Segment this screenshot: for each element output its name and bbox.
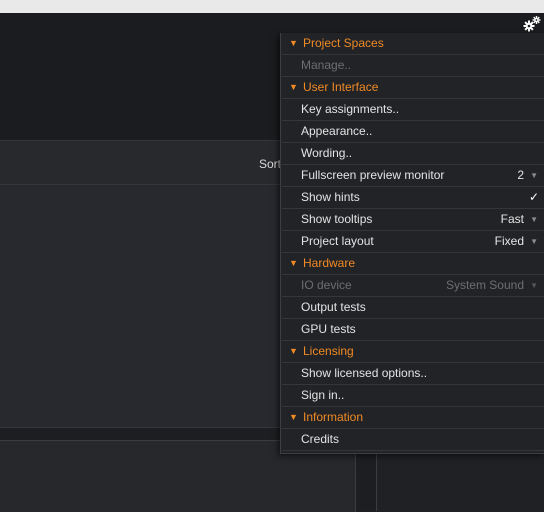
dropdown-arrow-icon[interactable]: ▼: [530, 275, 538, 296]
menu-label: Project Spaces: [303, 36, 384, 50]
menu-label: Appearance..: [301, 124, 373, 138]
menu-item-gpu-tests[interactable]: GPU tests: [282, 319, 544, 341]
menu-label: Manage..: [301, 58, 352, 72]
menu-label: Output tests: [301, 300, 366, 314]
menu-label: Information: [303, 410, 364, 424]
menu-item-show-licensed-options[interactable]: Show licensed options..: [282, 363, 544, 385]
content-panel: [0, 186, 281, 427]
triangle-down-icon: ▼: [289, 38, 298, 48]
menu-label: Show hints: [301, 190, 360, 204]
gear-icon[interactable]: [522, 15, 542, 33]
menu-item-credits[interactable]: Credits: [282, 429, 544, 451]
menu-label: Fullscreen preview monitor: [301, 168, 445, 182]
menu-label: IO device: [301, 278, 352, 292]
menu-item-wording[interactable]: Wording..: [282, 143, 544, 165]
menu-item-manage: Manage..: [282, 55, 544, 77]
menu-label: Show licensed options..: [301, 366, 428, 380]
menu-item-fullscreen-preview-monitor[interactable]: Fullscreen preview monitor 2 ▼: [282, 165, 544, 187]
menu-section-project-spaces[interactable]: ▼ Project Spaces: [282, 33, 544, 55]
menu-label: Sign in..: [301, 388, 345, 402]
menu-item-sign-in[interactable]: Sign in..: [282, 385, 544, 407]
checkmark-icon[interactable]: ✓: [529, 187, 539, 208]
menu-section-hardware[interactable]: ▼ Hardware: [282, 253, 544, 275]
menu-label: Licensing: [303, 344, 354, 358]
menu-label: Credits: [301, 432, 340, 446]
menu-section-licensing[interactable]: ▼ Licensing: [282, 341, 544, 363]
menu-label: GPU tests: [301, 322, 356, 336]
dropdown-arrow-icon[interactable]: ▼: [530, 209, 538, 230]
menu-value: Fast: [500, 212, 524, 226]
settings-menu: ▼ Project Spaces Manage.. ▼ User Interface Ke…: [280, 33, 544, 454]
menu-value: Fixed: [494, 234, 524, 248]
menu-item-show-tooltips[interactable]: Show tooltips Fast ▼: [282, 209, 544, 231]
menu-item-appearance[interactable]: Appearance..: [282, 121, 544, 143]
triangle-down-icon: ▼: [289, 412, 298, 422]
menu-label: Show tooltips: [301, 212, 373, 226]
menu-item-key-assignments[interactable]: Key assignments..: [282, 99, 544, 121]
menu-item-io-device: IO device System Sound ▼: [282, 275, 544, 297]
triangle-down-icon: ▼: [289, 346, 298, 356]
window-top-strip: [0, 0, 544, 13]
menu-label: Hardware: [303, 256, 356, 270]
menu-label: Wording..: [301, 146, 353, 160]
menu-section-information[interactable]: ▼ Information: [282, 407, 544, 429]
sort-label[interactable]: Sort: [259, 157, 281, 171]
menu-label: User Interface: [303, 80, 379, 94]
dropdown-arrow-icon[interactable]: ▼: [530, 231, 538, 252]
menu-item-output-tests[interactable]: Output tests: [282, 297, 544, 319]
menu-label: Key assignments..: [301, 102, 400, 116]
menu-value: 2: [517, 168, 524, 182]
menu-value: System Sound: [445, 278, 524, 292]
menu-section-user-interface[interactable]: ▼ User Interface: [282, 77, 544, 99]
triangle-down-icon: ▼: [289, 258, 298, 268]
menu-item-show-hints[interactable]: Show hints ✓: [282, 187, 544, 209]
dropdown-arrow-icon[interactable]: ▼: [530, 165, 538, 186]
menu-label: Project layout: [301, 234, 374, 248]
menu-item-project-layout[interactable]: Project layout Fixed ▼: [282, 231, 544, 253]
triangle-down-icon: ▼: [289, 82, 298, 92]
